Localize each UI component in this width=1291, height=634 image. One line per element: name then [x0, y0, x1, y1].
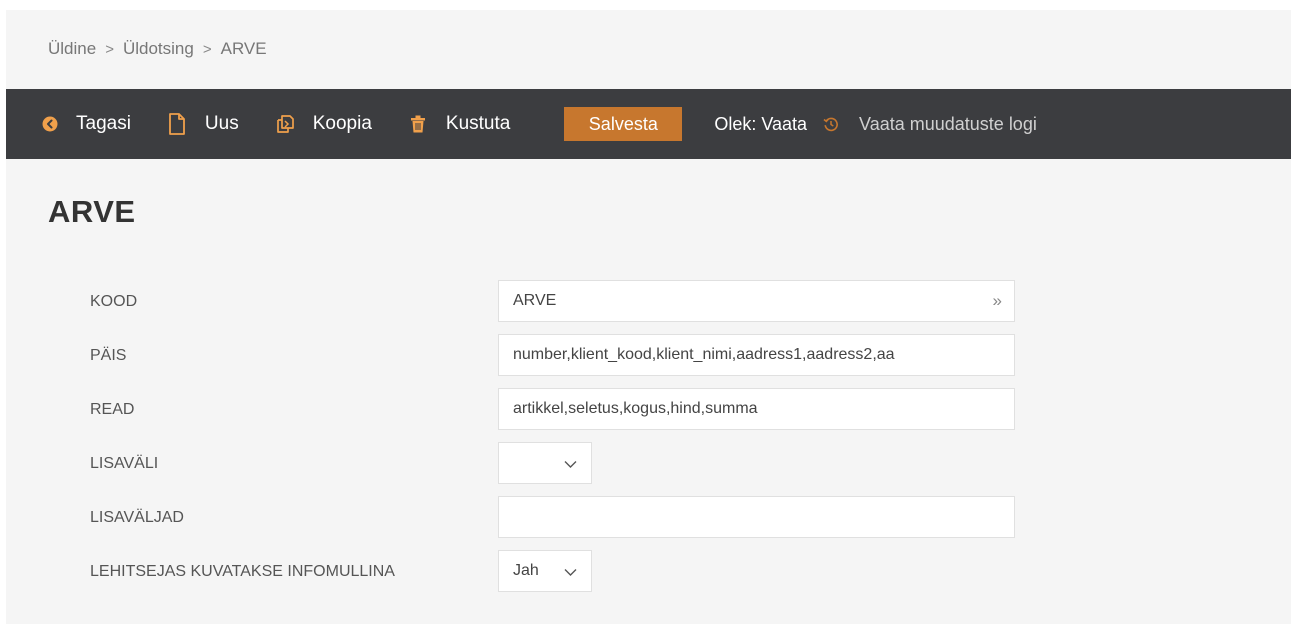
- page-title: ARVE: [48, 194, 136, 229]
- breadcrumb-item-yldine[interactable]: Üldine: [48, 39, 96, 59]
- read-value: artikkel,seletus,kogus,hind,summa: [513, 400, 758, 417]
- form-row-read: READ artikkel,seletus,kogus,hind,summa: [6, 388, 1291, 432]
- status-text: Olek: Vaata: [714, 113, 808, 134]
- read-label: READ: [90, 401, 135, 418]
- lisavaljad-field[interactable]: [498, 496, 1015, 538]
- new-document-icon: [167, 113, 187, 135]
- back-button[interactable]: Tagasi: [40, 113, 131, 135]
- lisavali-select[interactable]: [498, 442, 592, 484]
- copy-button-label: Koopia: [312, 113, 372, 134]
- pais-value: number,klient_kood,klient_nimi,aadress1,…: [513, 346, 895, 363]
- pais-label: PÄIS: [90, 347, 127, 364]
- kood-field[interactable]: ARVE »: [498, 280, 1015, 322]
- kood-label: KOOD: [90, 293, 138, 310]
- page: Üldine > Üldotsing > ARVE Tagasi Uus Koo…: [6, 10, 1291, 624]
- lisavali-label: LISAVÄLI: [90, 455, 159, 472]
- form-row-kood: KOOD ARVE »: [6, 280, 1291, 324]
- change-log-label: Vaata muudatuste logi: [859, 113, 1037, 134]
- change-log-link[interactable]: Vaata muudatuste logi: [821, 114, 1037, 135]
- new-button-label: Uus: [204, 113, 239, 134]
- breadcrumb-separator: >: [105, 40, 114, 58]
- infomull-value: Jah: [513, 562, 539, 579]
- form-row-infomull: LEHITSEJAS KUVATAKSE INFOMULLINA Jah: [6, 550, 1291, 594]
- delete-button-label: Kustuta: [445, 113, 511, 134]
- save-button[interactable]: Salvesta: [564, 107, 683, 141]
- read-field[interactable]: artikkel,seletus,kogus,hind,summa: [498, 388, 1015, 430]
- toolbar: Tagasi Uus Koopia Kustuta Salvesta Olek:…: [6, 89, 1291, 159]
- form-row-lisavaljad: LISAVÄLJAD: [6, 496, 1291, 540]
- history-icon: [821, 114, 841, 134]
- breadcrumb-item-yldotsing[interactable]: Üldotsing: [123, 39, 194, 59]
- kood-value: ARVE: [513, 292, 557, 309]
- trash-icon: [408, 114, 428, 134]
- new-button[interactable]: Uus: [167, 113, 239, 135]
- pais-field[interactable]: number,klient_kood,klient_nimi,aadress1,…: [498, 334, 1015, 376]
- lisavaljad-label: LISAVÄLJAD: [90, 509, 184, 526]
- form-row-pais: PÄIS number,klient_kood,klient_nimi,aadr…: [6, 334, 1291, 378]
- delete-button[interactable]: Kustuta: [408, 113, 510, 135]
- back-circle-icon: [40, 114, 60, 134]
- breadcrumb: Üldine > Üldotsing > ARVE: [6, 10, 1291, 88]
- breadcrumb-item-current: ARVE: [220, 39, 267, 58]
- form-row-lisavali: LISAVÄLI: [6, 442, 1291, 486]
- infomull-select[interactable]: Jah: [498, 550, 592, 592]
- chevron-down-icon: [564, 564, 577, 582]
- open-lookup-icon[interactable]: »: [993, 291, 1002, 311]
- chevron-down-icon: [564, 456, 577, 474]
- copy-icon: [275, 114, 295, 134]
- back-button-label: Tagasi: [76, 113, 131, 134]
- copy-button[interactable]: Koopia: [275, 113, 372, 135]
- breadcrumb-separator: >: [202, 40, 212, 58]
- infomull-label: LEHITSEJAS KUVATAKSE INFOMULLINA: [90, 563, 395, 580]
